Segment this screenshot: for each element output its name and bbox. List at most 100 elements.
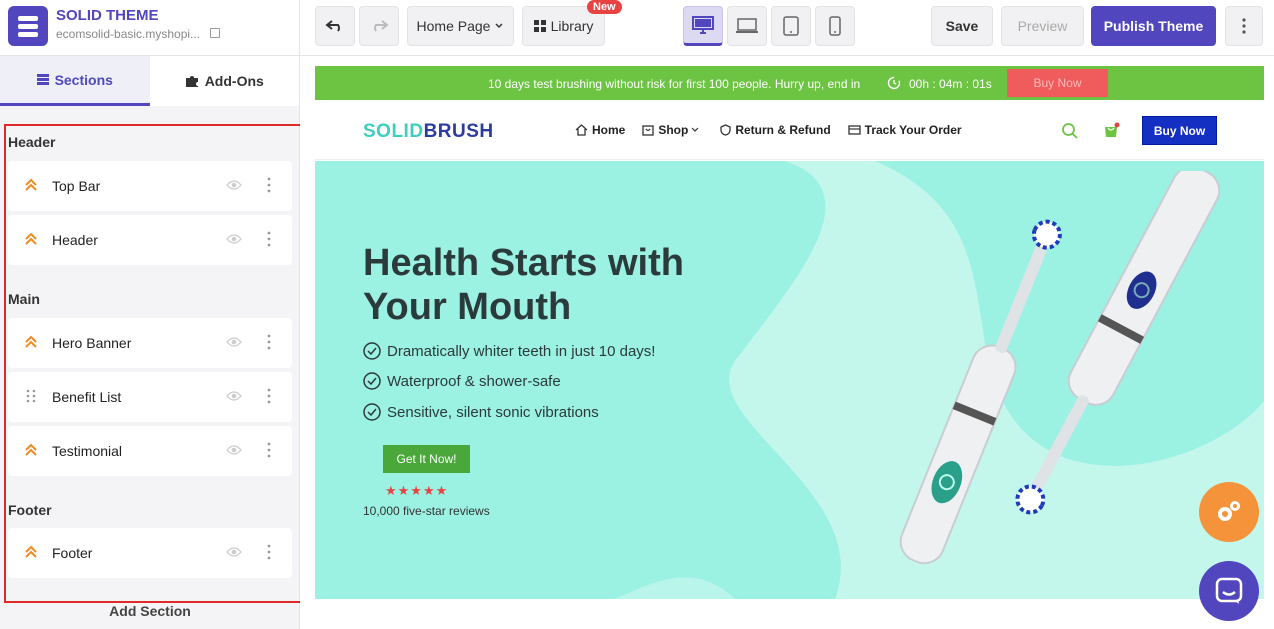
nav-item-home[interactable]: Home [575, 123, 625, 137]
shield-icon [720, 124, 731, 136]
store-logo[interactable]: SOLIDBRUSH [363, 121, 494, 143]
page-select[interactable]: Home Page [407, 6, 514, 46]
promo-text: 10 days test brushing without risk for f… [488, 77, 861, 91]
undo-button[interactable] [315, 6, 355, 46]
chevron-up-icon [25, 443, 37, 456]
hero-banner[interactable]: Health Starts with Your Mouth Dramatical… [315, 161, 1264, 599]
feature-item: Dramatically whiter teeth in just 10 day… [363, 342, 655, 360]
store-logo-part2: BRUSH [423, 121, 494, 142]
check-circle-icon [363, 403, 381, 421]
get-it-now-button[interactable]: Get It Now! [383, 445, 470, 473]
chat-support-fab[interactable] [1199, 561, 1259, 621]
eye-icon[interactable] [226, 179, 242, 191]
section-item-top-bar[interactable]: Top Bar [8, 161, 292, 211]
kebab-menu-icon[interactable] [267, 441, 271, 459]
device-desktop-button[interactable] [683, 6, 723, 46]
grid-icon [533, 20, 546, 32]
group-label-header: Header [8, 134, 56, 150]
kebab-menu-icon[interactable] [267, 333, 271, 351]
page-select-label: Home Page [416, 18, 491, 34]
chevron-up-icon [25, 178, 37, 191]
promo-top-bar[interactable]: 10 days test brushing without risk for f… [315, 66, 1264, 100]
tab-sections-label: Sections [54, 71, 113, 88]
add-section-button[interactable]: Add Section [0, 603, 300, 619]
store-header: SOLIDBRUSH Home Shop Return & Refund Tra… [315, 100, 1264, 160]
header-buy-now-button[interactable]: Buy Now [1142, 116, 1217, 145]
nav-item-return-refund[interactable]: Return & Refund [720, 123, 831, 137]
tab-add-ons-label: Add-Ons [204, 73, 264, 89]
tablet-icon [783, 16, 799, 36]
tab-sections[interactable]: Sections [0, 56, 150, 106]
editor-toolbar: SOLID THEME ecomsolid-basic.myshopi... H… [0, 0, 1274, 56]
more-options-button[interactable] [1225, 6, 1263, 46]
preview-canvas: 10 days test brushing without risk for f… [300, 56, 1274, 629]
list-icon [36, 74, 49, 85]
chevron-up-icon [25, 335, 37, 348]
store-nav: Home Shop Return & Refund Track Your Ord… [575, 123, 979, 137]
store-domain: ecomsolid-basic.myshopi... [56, 27, 201, 41]
nav-item-label: Track Your Order [864, 123, 962, 137]
external-link-icon[interactable] [210, 28, 220, 38]
device-tablet-button[interactable] [771, 6, 811, 46]
save-button[interactable]: Save [931, 6, 993, 46]
kebab-menu-icon[interactable] [267, 230, 271, 248]
sections-sidebar: Sections Add-Ons Header Top Bar Header M… [0, 56, 307, 629]
section-item-label: Footer [52, 545, 93, 561]
feature-text: Waterproof & shower-safe [387, 372, 561, 390]
eye-icon[interactable] [226, 390, 242, 402]
settings-fab[interactable] [1199, 482, 1259, 542]
nav-item-track-order[interactable]: Track Your Order [848, 123, 962, 137]
section-item-testimonial[interactable]: Testimonial [8, 426, 292, 476]
group-label-footer: Footer [8, 502, 52, 518]
tab-add-ons[interactable]: Add-Ons [150, 56, 300, 106]
gears-icon [1218, 501, 1240, 521]
redo-icon [374, 20, 389, 32]
rating-stars: ★★★★★ [385, 483, 449, 498]
section-item-footer[interactable]: Footer [8, 528, 292, 578]
eye-icon[interactable] [226, 233, 242, 245]
section-item-label: Benefit List [52, 389, 122, 405]
timer-icon [887, 76, 901, 90]
section-item-header[interactable]: Header [8, 215, 292, 265]
new-badge: New [587, 0, 622, 14]
section-item-label: Header [52, 232, 98, 248]
nav-item-shop[interactable]: Shop [642, 123, 703, 137]
search-icon[interactable] [1061, 122, 1079, 140]
chat-icon [1215, 577, 1243, 604]
chevron-up-icon [25, 545, 37, 558]
publish-theme-button[interactable]: Publish Theme [1091, 6, 1216, 46]
desktop-icon [692, 16, 714, 34]
preview-button[interactable]: Preview [1001, 6, 1084, 46]
truck-icon [848, 124, 861, 135]
check-circle-icon [363, 342, 381, 360]
device-mobile-button[interactable] [815, 6, 855, 46]
hero-title: Health Starts with Your Mouth [363, 242, 684, 328]
brand-area: SOLID THEME ecomsolid-basic.myshopi... [0, 0, 300, 56]
laptop-icon [736, 18, 758, 33]
kebab-menu-icon[interactable] [267, 543, 271, 561]
feature-text: Dramatically whiter teeth in just 10 day… [387, 342, 656, 360]
undo-icon [325, 20, 340, 32]
reviews-count: 10,000 five-star reviews [363, 504, 490, 518]
feature-text: Sensitive, silent sonic vibrations [387, 403, 599, 421]
device-laptop-button[interactable] [727, 6, 767, 46]
redo-button[interactable] [359, 6, 399, 46]
eye-icon[interactable] [226, 546, 242, 558]
library-label: Library [550, 18, 594, 34]
promo-buy-now-button[interactable]: Buy Now [1007, 69, 1108, 97]
section-item-benefit-list[interactable]: Benefit List [8, 372, 292, 422]
cart-icon[interactable] [1103, 122, 1121, 140]
kebab-menu-icon [1242, 18, 1246, 34]
section-item-hero-banner[interactable]: Hero Banner [8, 318, 292, 368]
kebab-menu-icon[interactable] [267, 176, 271, 194]
feature-item: Waterproof & shower-safe [363, 372, 561, 390]
section-item-label: Top Bar [52, 178, 101, 194]
eye-icon[interactable] [226, 336, 242, 348]
eye-icon[interactable] [226, 444, 242, 456]
theme-title: SOLID THEME [56, 7, 159, 24]
promo-countdown: 00h : 04m : 01s [909, 77, 992, 91]
drag-handle-icon[interactable] [24, 389, 38, 403]
check-circle-icon [363, 372, 381, 390]
kebab-menu-icon[interactable] [267, 387, 271, 405]
theme-logo-icon[interactable] [8, 6, 48, 46]
